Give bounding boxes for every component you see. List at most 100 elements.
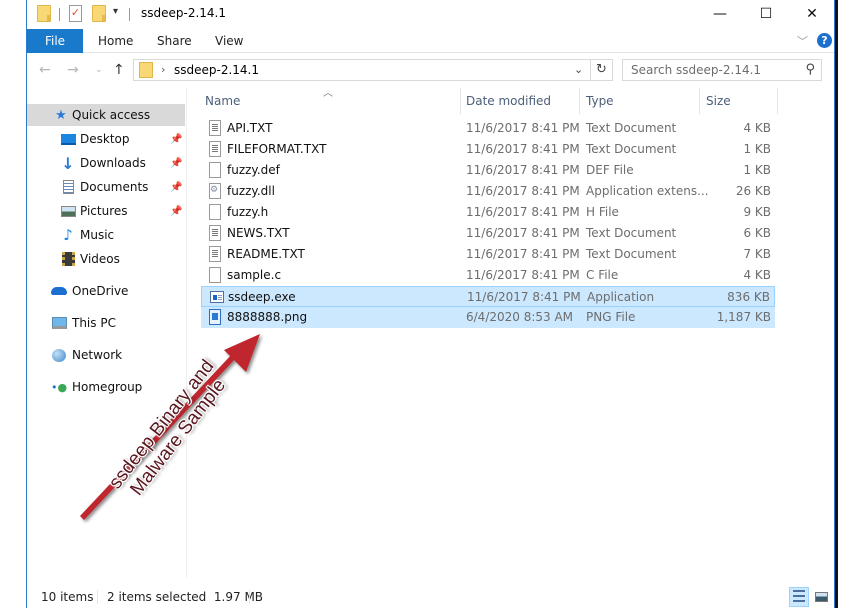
- address-row: ← → ⌄ ↑ › ssdeep-2.14.1 ⌄ ↻ Search ssdee…: [27, 54, 835, 86]
- nav-item-this-pc[interactable]: This PC: [27, 312, 185, 334]
- search-icon[interactable]: ⚲: [805, 62, 815, 77]
- nav-item-network[interactable]: Network: [27, 344, 185, 366]
- file-name: README.TXT: [227, 247, 305, 261]
- file-row[interactable]: fuzzy.h 11/6/2017 8:41 PM H File 9 KB: [201, 202, 775, 223]
- date-modified: 6/4/2020 8:53 AM: [466, 310, 574, 324]
- file-type: C File: [586, 268, 619, 282]
- pin-icon[interactable]: 📌: [170, 158, 182, 169]
- recent-locations-icon[interactable]: ⌄: [95, 65, 103, 75]
- search-placeholder: Search ssdeep-2.14.1: [631, 63, 762, 77]
- nav-item-onedrive[interactable]: OneDrive: [27, 280, 185, 302]
- ribbon-tabs: File Home Share View ﹀ ?: [27, 29, 835, 53]
- column-header-date-modified[interactable]: Date modified: [466, 88, 551, 114]
- forward-button[interactable]: →: [67, 62, 79, 78]
- file-row[interactable]: sample.c 11/6/2017 8:41 PM C File 4 KB: [201, 265, 775, 286]
- file-row[interactable]: API.TXT 11/6/2017 8:41 PM Text Document 4 K…: [201, 118, 775, 139]
- column-header-type[interactable]: Type: [586, 88, 614, 114]
- file-name: sample.c: [227, 268, 282, 282]
- nav-item-videos[interactable]: Videos: [27, 248, 185, 270]
- maximize-button[interactable]: ☐: [743, 0, 789, 28]
- nav-item-documents[interactable]: Documents 📌: [27, 176, 185, 198]
- nav-item-desktop[interactable]: Desktop 📌: [27, 128, 185, 150]
- folder-icon[interactable]: [37, 5, 51, 22]
- breadcrumb[interactable]: ssdeep-2.14.1: [174, 63, 259, 77]
- date-modified: 11/6/2017 8:41 PM: [466, 268, 580, 282]
- search-input[interactable]: Search ssdeep-2.14.1 ⚲: [622, 59, 822, 81]
- tab-home[interactable]: Home: [98, 29, 133, 53]
- file-type: Application: [587, 290, 655, 304]
- pin-icon[interactable]: 📌: [170, 206, 182, 217]
- cloud-icon: [51, 283, 67, 299]
- file-name: fuzzy.dll: [227, 184, 275, 198]
- file-row[interactable]: fuzzy.def 11/6/2017 8:41 PM DEF File 1 KB: [201, 160, 775, 181]
- file-type: PNG File: [586, 310, 636, 324]
- file-type: Text Document: [586, 142, 677, 156]
- file-row[interactable]: README.TXT 11/6/2017 8:41 PM Text Document…: [201, 244, 775, 265]
- text-file-icon: [209, 141, 221, 157]
- file-row[interactable]: 8888888.png 6/4/2020 8:53 AM PNG File 1,187…: [201, 307, 775, 328]
- file-explorer-window: ✓ ▾ ssdeep-2.14.1 — ☐ ✕ File Home Share …: [26, 0, 836, 608]
- column-divider[interactable]: [460, 88, 461, 114]
- column-divider[interactable]: [777, 88, 778, 114]
- homegroup-icon: • ●: [50, 380, 68, 394]
- file-name: 8888888.png: [227, 310, 308, 324]
- date-modified: 11/6/2017 8:41 PM: [466, 184, 580, 198]
- file-name: NEWS.TXT: [227, 226, 290, 240]
- text-file-icon: [209, 120, 221, 136]
- column-divider[interactable]: [579, 88, 580, 114]
- file-size: 4 KB: [743, 268, 771, 282]
- pin-icon[interactable]: 📌: [170, 134, 182, 145]
- file-size: 9 KB: [743, 205, 771, 219]
- back-button[interactable]: ←: [39, 62, 51, 78]
- file-row[interactable]: ssdeep.exe 11/6/2017 8:41 PM Application 83…: [201, 286, 775, 307]
- nav-item-downloads[interactable]: ↓ Downloads 📌: [27, 152, 185, 174]
- selection-info: 2 items selected 1.97 MB: [107, 590, 264, 604]
- column-header-name[interactable]: Name: [205, 88, 240, 114]
- file-type: Text Document: [586, 226, 677, 240]
- file-row[interactable]: FILEFORMAT.TXT 11/6/2017 8:41 PM Text Docu…: [201, 139, 775, 160]
- network-icon: [51, 347, 67, 363]
- file-row[interactable]: fuzzy.dll 11/6/2017 8:41 PM Application ex…: [201, 181, 775, 202]
- date-modified: 11/6/2017 8:41 PM: [466, 121, 580, 135]
- file-row[interactable]: NEWS.TXT 11/6/2017 8:41 PM Text Document 6 …: [201, 223, 775, 244]
- computer-icon: [51, 315, 67, 331]
- address-dropdown-icon[interactable]: ⌄: [574, 63, 583, 76]
- music-icon: ♪: [63, 226, 73, 244]
- nav-item-homegroup[interactable]: • ● Homegroup: [27, 376, 185, 398]
- file-type: Application extens...: [586, 184, 709, 198]
- tab-file[interactable]: File: [27, 29, 83, 53]
- tab-view[interactable]: View: [215, 29, 243, 53]
- column-header-size[interactable]: Size: [706, 88, 731, 114]
- expand-ribbon-icon[interactable]: ﹀: [797, 33, 808, 49]
- file-icon: [209, 204, 221, 220]
- refresh-button[interactable]: ↻: [590, 60, 612, 80]
- nav-item-music[interactable]: ♪ Music: [27, 224, 185, 246]
- divider: [59, 8, 60, 21]
- file-size: 836 KB: [727, 290, 770, 304]
- customize-quick-access-icon[interactable]: ▾: [113, 6, 118, 17]
- minimize-button[interactable]: —: [697, 0, 743, 28]
- tab-share[interactable]: Share: [157, 29, 192, 53]
- nav-item-pictures[interactable]: Pictures 📌: [27, 200, 185, 222]
- file-name: fuzzy.def: [227, 163, 280, 177]
- title-bar: ✓ ▾ ssdeep-2.14.1 — ☐ ✕: [27, 0, 835, 28]
- date-modified: 11/6/2017 8:41 PM: [466, 142, 580, 156]
- file-type: H File: [586, 205, 619, 219]
- file-name: API.TXT: [227, 121, 273, 135]
- help-icon[interactable]: ?: [817, 33, 832, 48]
- large-icons-view-button[interactable]: [812, 587, 832, 607]
- column-divider[interactable]: [699, 88, 700, 114]
- pin-icon[interactable]: 📌: [170, 182, 182, 193]
- new-folder-icon[interactable]: [92, 5, 106, 22]
- dll-file-icon: [209, 183, 221, 199]
- close-button[interactable]: ✕: [789, 0, 835, 28]
- file-size: 7 KB: [743, 247, 771, 261]
- details-view-button[interactable]: [789, 587, 809, 607]
- nav-item-quick-access[interactable]: ★ Quick access: [27, 104, 185, 126]
- breadcrumb-chevron-icon[interactable]: ›: [161, 63, 165, 76]
- up-button[interactable]: ↑: [113, 62, 125, 78]
- properties-icon[interactable]: ✓: [69, 5, 82, 22]
- address-bar[interactable]: › ssdeep-2.14.1 ⌄ ↻: [133, 59, 613, 81]
- date-modified: 11/6/2017 8:41 PM: [466, 226, 580, 240]
- divider: [129, 8, 130, 21]
